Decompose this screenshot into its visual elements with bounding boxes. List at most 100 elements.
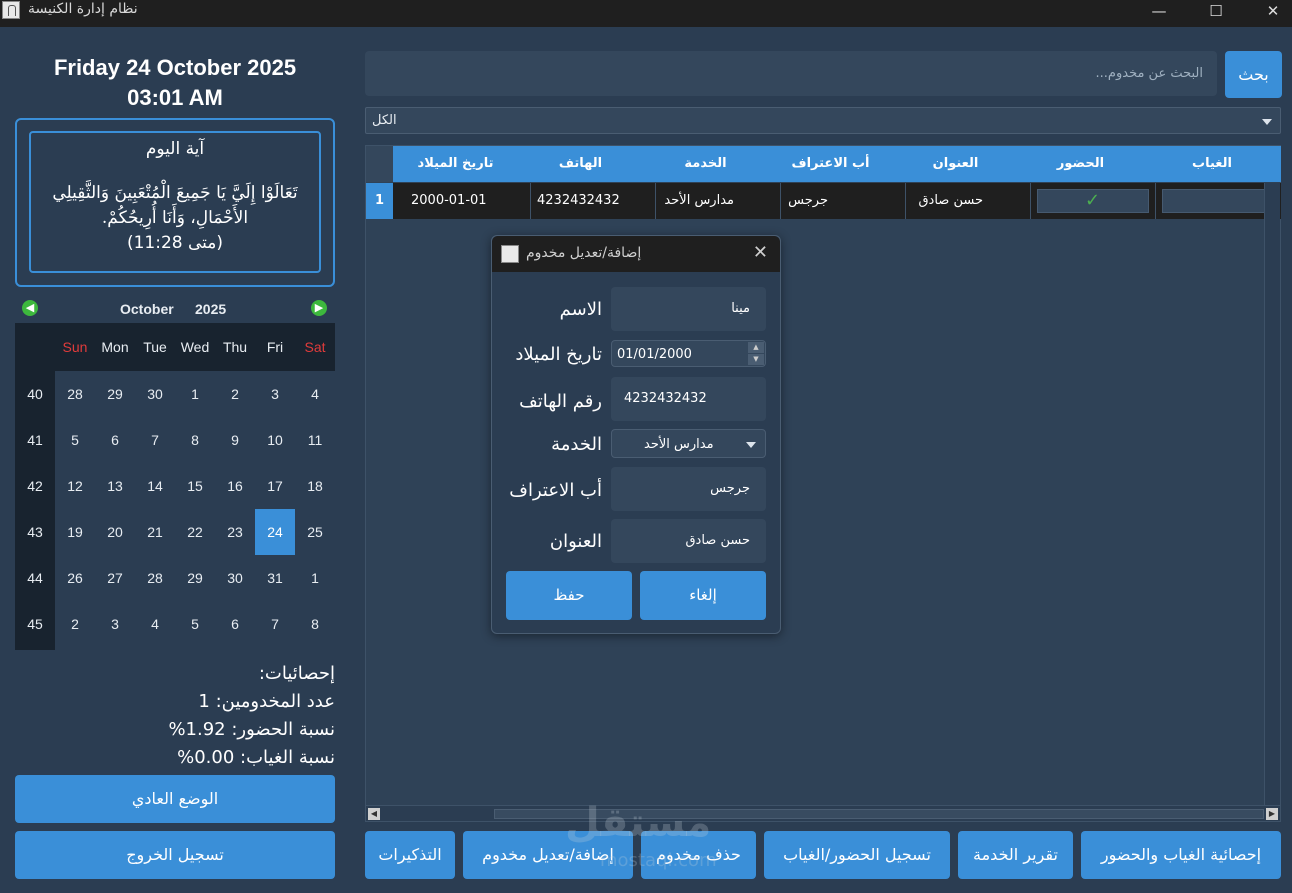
calendar-day[interactable]: 4 xyxy=(135,601,175,647)
attendance-button[interactable]: تسجيل الحضور/الغياب xyxy=(764,831,950,879)
calendar-grid: Sun Mon Tue Wed Thu Fri Sat 40 41 42 43 44 45 28 29 30… xyxy=(15,323,335,650)
calendar-day[interactable]: 25 xyxy=(295,509,335,555)
calendar-day[interactable]: 3 xyxy=(95,601,135,647)
vertical-scrollbar[interactable] xyxy=(1264,183,1280,805)
maximize-button[interactable]: ☐ xyxy=(1193,0,1239,27)
close-window-button[interactable]: ✕ xyxy=(1250,0,1292,27)
search-button[interactable]: بحث xyxy=(1225,51,1282,98)
calendar-day[interactable]: 18 xyxy=(295,463,335,509)
calendar-year-select[interactable]: 2025 xyxy=(195,301,226,317)
calendar-day[interactable]: 13 xyxy=(95,463,135,509)
column-header-absent[interactable]: الغياب xyxy=(1143,146,1281,182)
cell-service[interactable]: مدارس الأحد xyxy=(656,183,781,219)
address-field[interactable]: حسن صادق xyxy=(611,519,766,563)
table-row[interactable]: 2000-01-01 4232432432 مدارس الأحد جرجس ح… xyxy=(393,183,1281,219)
scroll-left-icon[interactable]: ◀ xyxy=(368,808,380,820)
calendar-day[interactable]: 8 xyxy=(175,417,215,463)
service-report-button[interactable]: تقرير الخدمة xyxy=(958,831,1073,879)
calendar-day[interactable]: 5 xyxy=(55,417,95,463)
column-header-present[interactable]: الحضور xyxy=(1018,146,1143,182)
calendar-day[interactable]: 7 xyxy=(135,417,175,463)
calendar-day[interactable]: 24 xyxy=(255,509,295,555)
save-button[interactable]: حفظ xyxy=(506,571,632,620)
calendar-day[interactable]: 2 xyxy=(55,601,95,647)
minimize-button[interactable]: — xyxy=(1136,0,1182,27)
row-index[interactable]: 1 xyxy=(366,183,393,219)
confessor-label: أب الاعتراف xyxy=(509,480,602,501)
column-header-service[interactable]: الخدمة xyxy=(643,146,768,182)
calendar-day[interactable]: 7 xyxy=(255,601,295,647)
service-select[interactable]: مدارس الأحد xyxy=(611,429,766,458)
window-title: نظام إدارة الكنيسة xyxy=(28,1,138,17)
attendance-stats-button[interactable]: إحصائية الغياب والحضور xyxy=(1081,831,1281,879)
week-number: 42 xyxy=(27,478,43,494)
calendar-day[interactable]: 20 xyxy=(95,509,135,555)
calendar-day[interactable]: 31 xyxy=(255,555,295,601)
cell-address[interactable]: حسن صادق xyxy=(906,183,1031,219)
logout-button[interactable]: تسجيل الخروج xyxy=(15,831,335,879)
search-input[interactable]: البحث عن مخدوم... xyxy=(365,51,1217,96)
normal-mode-button[interactable]: الوضع العادي xyxy=(15,775,335,823)
cell-present[interactable]: ✓ xyxy=(1031,183,1156,219)
spin-down-icon[interactable]: ▼ xyxy=(748,354,764,365)
calendar-day[interactable]: 16 xyxy=(215,463,255,509)
calendar-day[interactable]: 28 xyxy=(135,555,175,601)
stats-heading: إحصائيات: xyxy=(258,663,335,684)
birth-date-field[interactable]: 01/01/2000 ▲ ▼ xyxy=(611,340,766,367)
reminders-button[interactable]: التذكيرات xyxy=(365,831,455,879)
calendar-day[interactable]: 22 xyxy=(175,509,215,555)
calendar-day[interactable]: 17 xyxy=(255,463,295,509)
calendar-day[interactable]: 6 xyxy=(215,601,255,647)
calendar-day[interactable]: 12 xyxy=(55,463,95,509)
confessor-field[interactable]: جرجس xyxy=(611,467,766,511)
weekday-header: Fri xyxy=(266,339,284,355)
present-checkbox[interactable]: ✓ xyxy=(1037,189,1149,213)
column-header-phone[interactable]: الهاتف xyxy=(518,146,643,182)
prev-month-icon[interactable]: ◀ xyxy=(22,300,38,316)
next-month-icon[interactable]: ▶ xyxy=(311,300,327,316)
calendar-day[interactable]: 27 xyxy=(95,555,135,601)
calendar-day[interactable]: 9 xyxy=(215,417,255,463)
cell-birth[interactable]: 2000-01-01 xyxy=(393,183,531,219)
name-field[interactable]: مينا xyxy=(611,287,766,331)
calendar-day[interactable]: 6 xyxy=(95,417,135,463)
calendar-day[interactable]: 28 xyxy=(55,371,95,417)
cancel-button[interactable]: إلغاء xyxy=(640,571,766,620)
calendar-day[interactable]: 2 xyxy=(215,371,255,417)
horizontal-scrollbar[interactable]: ◀ ▶ xyxy=(366,805,1280,821)
calendar-day[interactable]: 3 xyxy=(255,371,295,417)
calendar-day[interactable]: 30 xyxy=(215,555,255,601)
calendar-day[interactable]: 21 xyxy=(135,509,175,555)
absent-checkbox[interactable] xyxy=(1162,189,1274,213)
scroll-right-icon[interactable]: ▶ xyxy=(1266,808,1278,820)
service-filter-select[interactable]: الكل xyxy=(365,107,1281,134)
calendar-day[interactable]: 4 xyxy=(295,371,335,417)
date-label: Friday 24 October 2025 xyxy=(53,55,297,80)
calendar-day[interactable]: 15 xyxy=(175,463,215,509)
calendar-header: Sun Mon Tue Wed Thu Fri Sat xyxy=(55,323,335,371)
column-header-confessor[interactable]: أب الاعتراف xyxy=(768,146,893,182)
calendar-month-select[interactable]: October xyxy=(120,301,174,317)
calendar-day[interactable]: 19 xyxy=(55,509,95,555)
calendar-day[interactable]: 29 xyxy=(95,371,135,417)
calendar-day[interactable]: 26 xyxy=(55,555,95,601)
calendar-day[interactable]: 8 xyxy=(295,601,335,647)
dialog-titlebar: إضافة/تعديل مخدوم ✕ xyxy=(492,236,780,272)
calendar-day[interactable]: 10 xyxy=(255,417,295,463)
calendar-day[interactable]: 23 xyxy=(215,509,255,555)
dialog-close-icon[interactable]: ✕ xyxy=(753,242,768,263)
calendar-day[interactable]: 14 xyxy=(135,463,175,509)
calendar-day[interactable]: 30 xyxy=(135,371,175,417)
cell-confessor[interactable]: جرجس xyxy=(781,183,906,219)
calendar-day[interactable]: 1 xyxy=(175,371,215,417)
cell-phone[interactable]: 4232432432 xyxy=(531,183,656,219)
calendar-day[interactable]: 5 xyxy=(175,601,215,647)
spin-up-icon[interactable]: ▲ xyxy=(748,342,764,353)
cell-absent[interactable] xyxy=(1156,183,1281,219)
calendar-day[interactable]: 29 xyxy=(175,555,215,601)
column-header-birth[interactable]: تاريخ الميلاد xyxy=(393,146,518,182)
calendar-day[interactable]: 1 xyxy=(295,555,335,601)
phone-field[interactable]: 4232432432 xyxy=(611,377,766,421)
calendar-day[interactable]: 11 xyxy=(295,417,335,463)
column-header-address[interactable]: العنوان xyxy=(893,146,1018,182)
